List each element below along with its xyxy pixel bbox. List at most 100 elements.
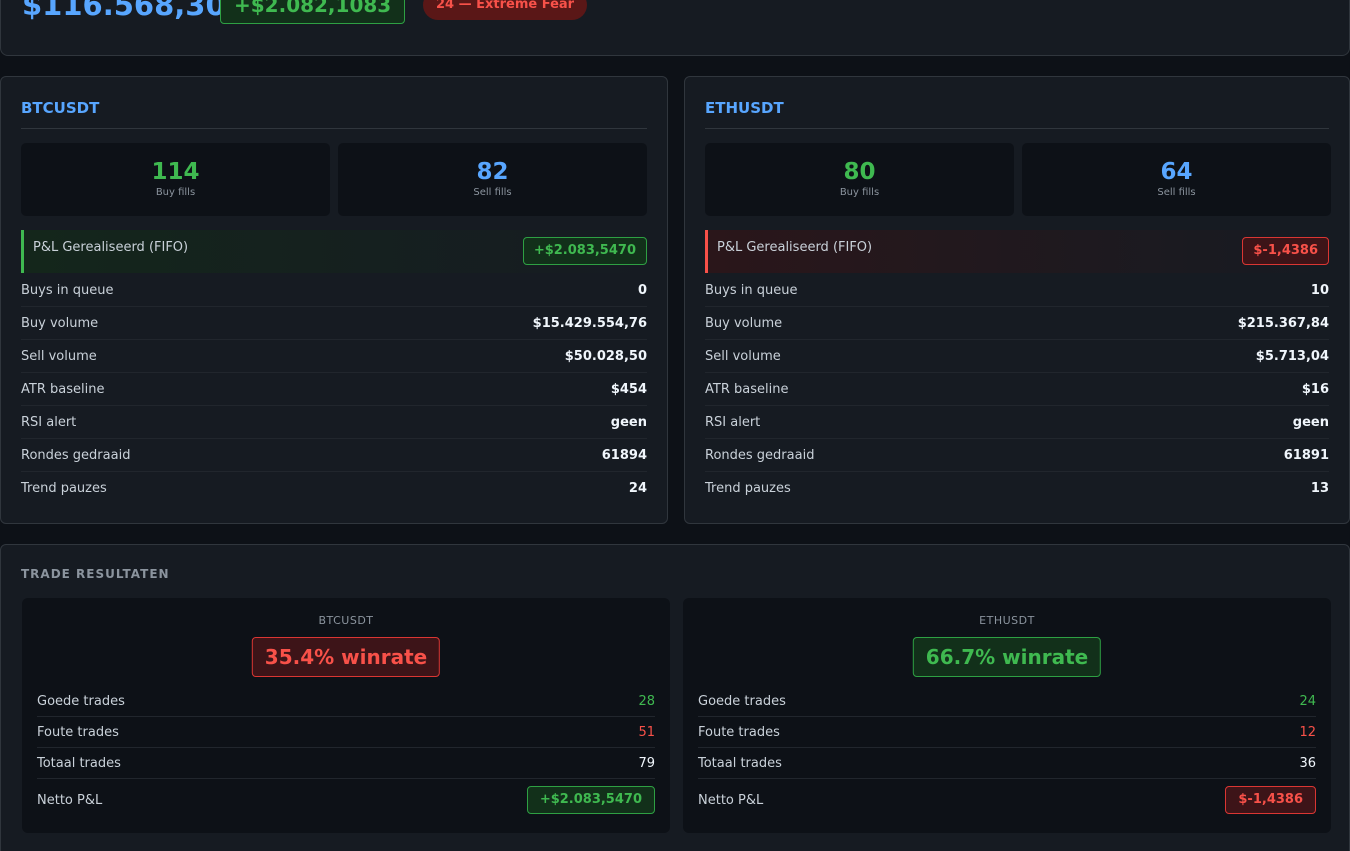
- bad-trades-count: 51: [638, 724, 655, 740]
- stat-value: geen: [1292, 414, 1329, 430]
- stat-row: Buys in queue 10: [705, 274, 1329, 307]
- stat-row: Rondes gedraaid 61894: [21, 439, 647, 472]
- result-pair-symbol: ETHUSDT: [979, 614, 1035, 627]
- stat-value: 61894: [601, 447, 647, 463]
- stat-label: Sell volume: [705, 348, 781, 364]
- stat-label: Buy volume: [21, 315, 99, 331]
- result-label: Goede trades: [698, 693, 786, 709]
- result-label: Foute trades: [37, 724, 119, 740]
- pair-title: BTCUSDT: [21, 99, 647, 129]
- realized-pnl-label: P&L Gerealiseerd (FIFO): [717, 240, 873, 255]
- sell-fills-count: 64: [1160, 159, 1193, 185]
- realized-pnl-row: P&L Gerealiseerd (FIFO) +$2.083,5470: [21, 230, 647, 273]
- result-label: Netto P&L: [37, 792, 103, 808]
- result-label: Totaal trades: [37, 755, 121, 771]
- result-row: Totaal trades 79: [37, 748, 655, 779]
- portfolio-summary-card: $116.568,30 +$2.082,1083 24 — Extreme Fe…: [0, 0, 1350, 56]
- winrate-badge: 66.7% winrate: [912, 637, 1102, 677]
- stat-row: ATR baseline $16: [705, 373, 1329, 406]
- total-trades-count: 79: [638, 755, 655, 771]
- realized-pnl-label: P&L Gerealiseerd (FIFO): [33, 240, 189, 255]
- stat-row: Trend pauzes 13: [705, 472, 1329, 505]
- result-row: Foute trades 12: [698, 717, 1316, 748]
- sell-fills-box: 64 Sell fills: [1022, 143, 1331, 216]
- net-pnl-badge: +$2.083,5470: [526, 786, 655, 814]
- stat-label: ATR baseline: [21, 381, 105, 397]
- result-pair-symbol: BTCUSDT: [318, 614, 374, 627]
- realized-pnl-value: +$2.083,5470: [522, 237, 647, 265]
- buy-fills-box: 114 Buy fills: [21, 143, 330, 216]
- bad-trades-count: 12: [1299, 724, 1316, 740]
- buy-fills-box: 80 Buy fills: [705, 143, 1014, 216]
- stat-row: Rondes gedraaid 61891: [705, 439, 1329, 472]
- realized-pnl-row: P&L Gerealiseerd (FIFO) $-1,4386: [705, 230, 1329, 273]
- stat-label: ATR baseline: [705, 381, 789, 397]
- stat-value: 24: [628, 481, 647, 496]
- stat-row: Buy volume $15.429.554,76: [21, 307, 647, 340]
- result-label: Netto P&L: [698, 792, 764, 808]
- sell-fills-label: Sell fills: [1157, 187, 1196, 198]
- pair-card-btcusdt: BTCUSDT 114 Buy fills 82 Sell fills P&L …: [0, 76, 668, 524]
- stat-value: $215.367,84: [1237, 315, 1329, 331]
- result-label: Foute trades: [698, 724, 780, 740]
- total-pnl-badge: +$2.082,1083: [220, 0, 406, 24]
- stat-value: $50.028,50: [564, 348, 647, 364]
- good-trades-count: 24: [1299, 693, 1316, 709]
- stat-value: 0: [637, 282, 647, 298]
- pair-card-ethusdt: ETHUSDT 80 Buy fills 64 Sell fills P&L G…: [684, 76, 1350, 524]
- pair-stats-list: Buys in queue 0 Buy volume $15.429.554,76 …: [21, 274, 647, 505]
- stat-row: Sell volume $5.713,04: [705, 340, 1329, 373]
- trade-result-ethusdt: ETHUSDT 66.7% winrate Goede trades 24 Fou…: [683, 598, 1331, 833]
- result-row: Netto P&L +$2.083,5470: [37, 779, 655, 821]
- section-title: TRADE RESULTATEN: [21, 567, 170, 581]
- result-row: Goede trades 28: [37, 686, 655, 717]
- stat-label: Rondes gedraaid: [705, 447, 815, 463]
- buy-fills-count: 80: [843, 159, 876, 185]
- result-row: Netto P&L $-1,4386: [698, 779, 1316, 821]
- stat-label: Rondes gedraaid: [21, 447, 131, 463]
- fear-greed-badge: 24 — Extreme Fear: [423, 0, 588, 20]
- stat-value: 13: [1310, 481, 1329, 496]
- stat-row: Trend pauzes 24: [21, 472, 647, 505]
- net-pnl-badge: $-1,4386: [1225, 786, 1316, 814]
- stat-row: RSI alert geen: [705, 406, 1329, 439]
- sell-fills-label: Sell fills: [473, 187, 512, 198]
- stat-row: Buy volume $215.367,84: [705, 307, 1329, 340]
- buy-fills-label: Buy fills: [155, 187, 196, 198]
- stat-label: RSI alert: [705, 414, 761, 430]
- stat-label: Buy volume: [705, 315, 783, 331]
- stat-value: $454: [610, 381, 647, 397]
- sell-fills-box: 82 Sell fills: [338, 143, 647, 216]
- total-trades-count: 36: [1299, 755, 1316, 771]
- stat-row: Sell volume $50.028,50: [21, 340, 647, 373]
- pair-stats-list: Buys in queue 10 Buy volume $215.367,84 Se…: [705, 274, 1329, 505]
- stat-label: Trend pauzes: [705, 481, 791, 496]
- realized-pnl-value: $-1,4386: [1242, 237, 1329, 265]
- good-trades-count: 28: [638, 693, 655, 709]
- stat-label: Buys in queue: [21, 282, 114, 298]
- stat-value: geen: [610, 414, 647, 430]
- winrate-badge: 35.4% winrate: [251, 637, 441, 677]
- result-row: Totaal trades 36: [698, 748, 1316, 779]
- stat-label: Sell volume: [21, 348, 97, 364]
- stat-label: Buys in queue: [705, 282, 798, 298]
- result-stats-list: Goede trades 28 Foute trades 51 Totaal tra…: [37, 686, 655, 821]
- stat-value: 10: [1310, 282, 1329, 298]
- stat-value: $5.713,04: [1255, 348, 1329, 364]
- sell-fills-count: 82: [476, 159, 509, 185]
- buy-fills-label: Buy fills: [839, 187, 880, 198]
- stat-label: Trend pauzes: [21, 481, 107, 496]
- trade-results-card: TRADE RESULTATEN BTCUSDT 35.4% winrate G…: [0, 544, 1350, 851]
- stat-value: $16: [1301, 381, 1329, 397]
- stat-row: ATR baseline $454: [21, 373, 647, 406]
- total-portfolio-value: $116.568,30: [22, 0, 226, 22]
- result-row: Foute trades 51: [37, 717, 655, 748]
- result-label: Goede trades: [37, 693, 125, 709]
- stat-label: RSI alert: [21, 414, 77, 430]
- result-label: Totaal trades: [698, 755, 782, 771]
- stat-row: RSI alert geen: [21, 406, 647, 439]
- stat-value: $15.429.554,76: [532, 315, 647, 331]
- trade-result-btcusdt: BTCUSDT 35.4% winrate Goede trades 28 Fou…: [22, 598, 670, 833]
- stat-row: Buys in queue 0: [21, 274, 647, 307]
- buy-fills-count: 114: [151, 159, 200, 185]
